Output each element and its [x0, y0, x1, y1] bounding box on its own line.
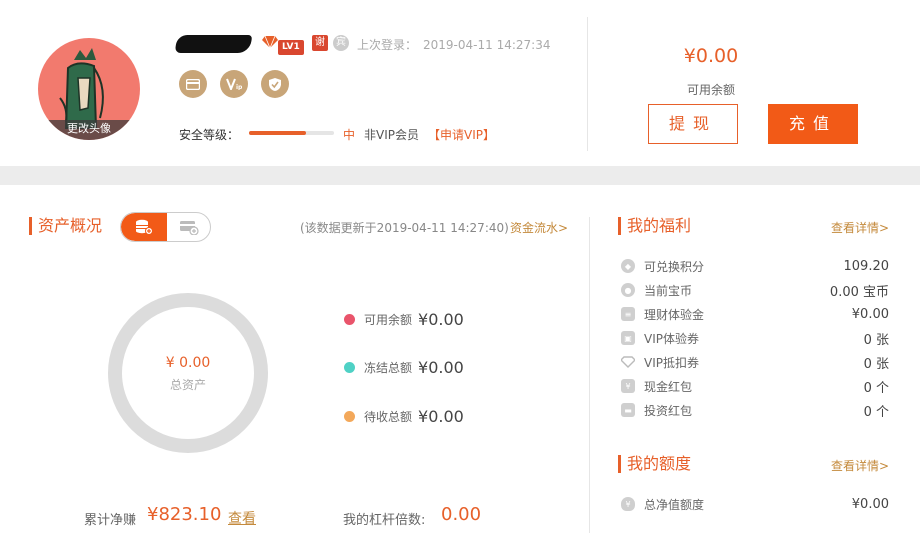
withdraw-button[interactable]: 提现: [648, 104, 738, 144]
welfare-item-vip-deduction[interactable]: VIP抵扣券 0 张: [621, 352, 889, 372]
last-login: 上次登录： 2019-04-11 14:27:34: [357, 36, 550, 53]
my-quota-title: 我的额度: [618, 455, 691, 473]
section-separator: [0, 166, 920, 185]
wallet-icon: ▬: [621, 403, 635, 417]
leverage-value: 0.00: [441, 504, 482, 525]
legend-frozen: 冻结总额 ¥0.00: [344, 356, 464, 378]
my-welfare-title: 我的福利: [618, 217, 691, 235]
red-envelope-icon: ¥: [621, 379, 635, 393]
welfare-value: 109.20: [843, 258, 890, 274]
vip-status: 非VIP会员: [364, 128, 419, 142]
legend-dot: [344, 313, 355, 325]
change-avatar-button[interactable]: 更改头像: [38, 120, 140, 140]
security-progress-bar: [249, 131, 334, 135]
quota-value: ¥0.00: [851, 496, 889, 512]
available-balance-amount: ¥0.00: [683, 45, 739, 67]
card-icon: [180, 221, 199, 235]
profile-header: 更改头像 LV1 谢 宾 上次登录： 2019-04-11 14:27:34 ip…: [0, 0, 920, 166]
welfare-label: 现金红包: [644, 379, 693, 394]
welfare-label: VIP抵扣券: [644, 355, 699, 370]
total-assets-amount: ¥ 0.00: [165, 355, 211, 371]
quota-item-net-value[interactable]: ¥ 总净值额度 ¥0.00: [621, 494, 889, 514]
welfare-item-trial-fund[interactable]: ≡ 理财体验金 ¥0.00: [621, 304, 889, 324]
legend-pending: 待收总额 ¥0.00: [344, 405, 464, 427]
welfare-value: ¥0.00: [851, 306, 889, 322]
document-icon: ≡: [621, 307, 635, 321]
gem-icon: [262, 35, 278, 49]
diamond-icon: [621, 355, 635, 369]
vip-icon[interactable]: ip: [220, 70, 248, 98]
bank-card-icon[interactable]: [179, 70, 207, 98]
svg-text:ip: ip: [236, 84, 242, 90]
security-label: 安全等级：: [179, 128, 240, 142]
ticket-icon: ▣: [621, 331, 635, 345]
welfare-value: 0 张: [863, 356, 889, 372]
legend-value: ¥0.00: [418, 357, 464, 377]
asset-view-toggle[interactable]: [120, 212, 211, 242]
shield-check-icon[interactable]: [261, 70, 289, 98]
legend-dot: [344, 410, 355, 422]
coin-icon: ●: [621, 283, 635, 297]
welfare-item-invest-envelope[interactable]: ▬ 投资红包 0 个: [621, 400, 889, 420]
quota-label: 总净值额度: [644, 497, 705, 512]
welfare-label: 理财体验金: [644, 307, 705, 322]
legend-label: 待收总额: [364, 409, 413, 424]
gift-icon: ◆: [621, 259, 635, 273]
welfare-item-vip-trial[interactable]: ▣ VIP体验券 0 张: [621, 328, 889, 348]
divider: [587, 17, 588, 151]
net-earnings-label: 累计净赚: [84, 513, 137, 528]
level-text: LV1: [278, 40, 304, 55]
welfare-label: VIP体验券: [644, 331, 699, 346]
available-balance-label: 可用余额: [686, 83, 735, 97]
recharge-button[interactable]: 充值: [768, 104, 858, 144]
data-updated-text: (该数据更新于2019-04-11 14:27:40): [300, 221, 509, 235]
card-toggle-option[interactable]: [167, 213, 210, 241]
total-assets-donut: [108, 293, 268, 453]
leverage-label: 我的杠杆倍数:: [343, 513, 426, 528]
welfare-label: 当前宝币: [644, 283, 693, 298]
username-redacted: [174, 35, 253, 53]
badge-icon-2[interactable]: 宾: [333, 35, 349, 51]
net-earnings-value: ¥823.10: [147, 504, 222, 525]
badge-icon-1[interactable]: 谢: [312, 35, 328, 51]
legend-available: 可用余额 ¥0.00: [344, 308, 464, 330]
security-progress-fill: [249, 131, 306, 135]
divider: [589, 217, 590, 533]
welfare-value: 0 张: [863, 332, 889, 348]
legend-label: 可用余额: [364, 312, 413, 327]
welfare-value: 0.00 宝币: [829, 284, 889, 300]
welfare-value: 0 个: [863, 380, 889, 396]
level-badge: LV1: [262, 34, 304, 55]
legend-dot: [344, 361, 355, 373]
welfare-label: 可兑换积分: [644, 259, 705, 274]
coin-stack-icon: [136, 219, 153, 235]
apply-vip-link[interactable]: 【申请VIP】: [428, 126, 495, 143]
legend-value: ¥0.00: [418, 309, 464, 329]
last-login-label: 上次登录：: [357, 38, 418, 52]
legend-label: 冻结总额: [364, 360, 413, 375]
security-level: 中: [343, 128, 356, 142]
welfare-value: 0 个: [863, 404, 889, 420]
welfare-item-points[interactable]: ◆ 可兑换积分 109.20: [621, 256, 889, 276]
welfare-item-coins[interactable]: ● 当前宝币 0.00 宝币: [621, 280, 889, 300]
donut-ring: [108, 293, 268, 453]
quota-details-link[interactable]: 查看详情>: [831, 457, 889, 474]
avatar[interactable]: 更改头像: [38, 38, 140, 140]
welfare-label: 投资红包: [644, 403, 693, 418]
welfare-details-link[interactable]: 查看详情>: [831, 219, 889, 236]
coin-stack-toggle-option[interactable]: [121, 213, 167, 241]
last-login-time: 2019-04-11 14:27:34: [423, 38, 551, 52]
money-bag-icon: ¥: [621, 497, 635, 511]
legend-value: ¥0.00: [418, 406, 464, 426]
welfare-item-cash-envelope[interactable]: ¥ 现金红包 0 个: [621, 376, 889, 396]
fund-flow-link[interactable]: 资金流水>: [510, 219, 568, 236]
view-earnings-link[interactable]: 查看: [228, 508, 256, 528]
asset-overview-title: 资产概况: [29, 217, 102, 235]
total-assets-label: 总资产: [169, 378, 206, 392]
